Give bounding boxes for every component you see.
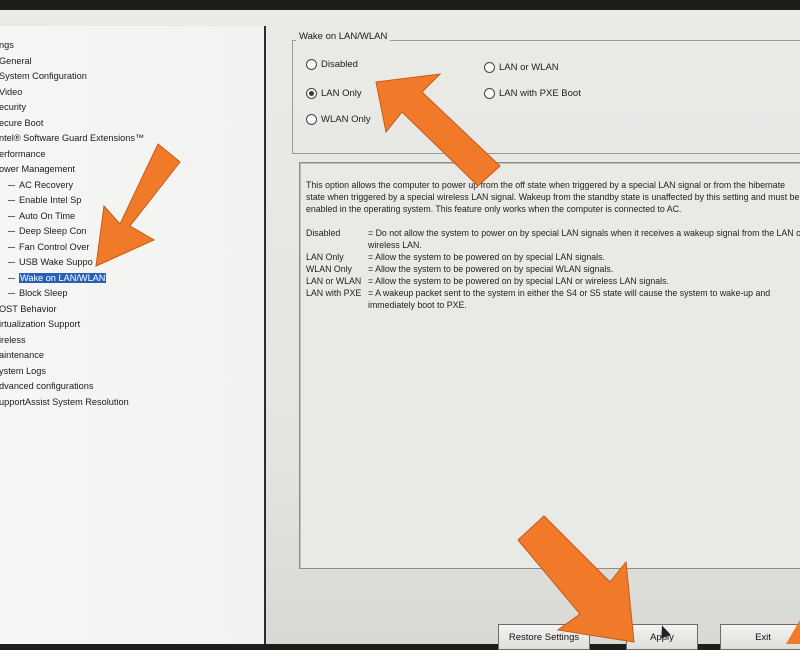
definition-term: LAN or WLAN: [306, 276, 362, 286]
tree-item-label: dvanced configurations: [0, 381, 94, 391]
radio-wlan-only-label: WLAN Only: [321, 114, 371, 125]
tree-item-label: ecure Boot: [0, 117, 44, 128]
tree-item-label: USB Wake Suppo: [19, 257, 93, 267]
tree-item-label: Deep Sleep Con: [19, 226, 87, 236]
radio-wlan-only-circle[interactable]: [306, 114, 317, 125]
definition-desc: = Do not allow the system to power on by…: [368, 228, 800, 250]
arrow-icon: [95, 143, 181, 267]
tree-item-label: ngs: [0, 40, 14, 50]
tree-item[interactable]: General: [0, 54, 144, 70]
group-title: Wake on LAN/WLAN: [296, 31, 391, 42]
tree-branch-line: [8, 184, 15, 186]
radio-wlan-only[interactable]: WLAN Only: [306, 114, 371, 125]
radio-lan-only-label: LAN Only: [321, 88, 362, 99]
tree-item-label: OST Behavior: [0, 303, 57, 314]
tree-branch-line: [8, 200, 15, 202]
tree-item-label: Wake on LAN/WLAN: [19, 272, 107, 283]
tree-branch-line: [8, 246, 15, 248]
tree-item-label: AC Recovery: [19, 179, 74, 190]
arrow-icon: [375, 73, 501, 187]
tree-item[interactable]: ecurity: [0, 100, 144, 116]
tree-item-label: Auto On Time: [19, 210, 76, 221]
tree-item-label: Enable Intel Sp: [19, 195, 82, 205]
definition-row: LAN Only = Allow the system to be powere…: [306, 251, 800, 263]
arrow-icon: [517, 515, 635, 643]
help-definitions: Disabled = Do not allow the system to po…: [306, 227, 800, 311]
definition-row: Disabled = Do not allow the system to po…: [306, 227, 800, 251]
definition-desc: = A wakeup packet sent to the system in …: [368, 288, 771, 310]
radio-lan-only[interactable]: LAN Only: [306, 88, 362, 99]
tree-item-label: irtualization Support: [0, 319, 81, 329]
tree-item-label: ireless: [0, 334, 26, 345]
radio-lan-only-circle[interactable]: [306, 88, 317, 99]
arrow-icon: [786, 620, 800, 644]
tree-item[interactable]: ngs: [0, 38, 144, 54]
tree-item[interactable]: ecure Boot: [0, 116, 144, 132]
radio-disabled[interactable]: Disabled: [306, 59, 358, 70]
definition-term: LAN Only: [306, 252, 344, 262]
tree-item[interactable]: aintenance: [0, 348, 144, 364]
definition-term: LAN with PXE: [306, 288, 362, 298]
tree-item[interactable]: Wake on LAN/WLAN: [0, 271, 144, 287]
definition-term: WLAN Only: [306, 264, 352, 274]
tree-item-label: Block Sleep: [19, 288, 68, 298]
definition-term: Disabled: [306, 228, 341, 238]
definition-row: LAN or WLAN = Allow the system to be pow…: [306, 275, 800, 287]
tree-item[interactable]: upportAssist System Resolution: [0, 395, 144, 411]
tree-item[interactable]: dvanced configurations: [0, 379, 144, 395]
tree-item-label: ower Management: [0, 164, 76, 174]
tree-item-label: Fan Control Over: [19, 241, 90, 252]
tree-item[interactable]: OST Behavior: [0, 302, 144, 318]
radio-disabled-circle[interactable]: [306, 59, 317, 70]
definition-desc: = Allow the system to be powered on by s…: [368, 264, 614, 274]
tree-item-label: erformance: [0, 148, 46, 159]
tree-branch-line: [8, 277, 15, 279]
tree-item[interactable]: ystem Logs: [0, 364, 144, 380]
tree-item-label: aintenance: [0, 350, 44, 360]
tree-item-label: System Configuration: [0, 71, 87, 81]
tree-item-label: ystem Logs: [0, 365, 46, 376]
tree-item-label: upportAssist System Resolution: [0, 396, 129, 407]
tree-branch-line: [8, 215, 15, 217]
radio-lan-with-pxe-label: LAN with PXE Boot: [499, 88, 581, 99]
definition-desc: = Allow the system to be powered on by s…: [368, 252, 605, 262]
tree-branch-line: [8, 231, 15, 233]
tree-item[interactable]: Video: [0, 85, 144, 101]
tree-item[interactable]: System Configuration: [0, 69, 144, 85]
tree-item[interactable]: irtualization Support: [0, 317, 144, 333]
tree-item[interactable]: ireless: [0, 333, 144, 349]
tree-branch-line: [8, 293, 15, 295]
radio-disabled-label: Disabled: [321, 59, 358, 70]
definition-desc: = Allow the system to be powered on by s…: [368, 276, 669, 286]
tree-item-label: ecurity: [0, 102, 27, 112]
tree-item-label: Video: [0, 86, 23, 97]
tree-item-label: General: [0, 55, 32, 66]
settings-tree-panel: ngs General System Configuration Video ecuri…: [0, 26, 266, 644]
definition-row: WLAN Only = Allow the system to be power…: [306, 263, 800, 275]
tree-branch-line: [8, 262, 15, 264]
tree-item[interactable]: Block Sleep: [0, 286, 144, 302]
definition-row: LAN with PXE = A wakeup packet sent to t…: [306, 287, 800, 311]
